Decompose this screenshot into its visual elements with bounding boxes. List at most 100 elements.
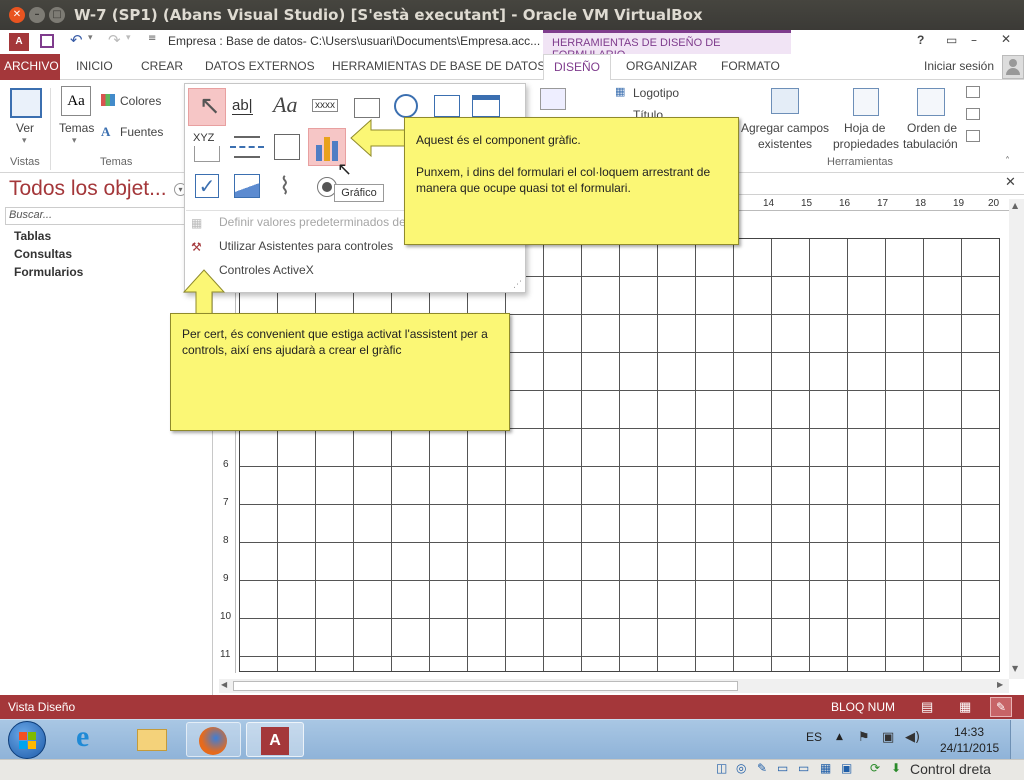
close-document-icon[interactable]: ✕ — [1005, 175, 1016, 190]
form-view-icon[interactable]: ▤ — [921, 695, 933, 719]
usb-icon[interactable]: ✎ — [757, 761, 767, 775]
textbox-control[interactable]: ab| — [228, 88, 266, 126]
recording-icon[interactable]: ▣ — [841, 761, 852, 775]
page-break-control[interactable] — [228, 128, 266, 166]
close-icon[interactable]: ✕ — [9, 7, 25, 23]
scroll-left-icon[interactable]: ◀ — [221, 680, 227, 689]
search-input[interactable]: Buscar... — [5, 207, 185, 225]
tab-order-icon — [917, 88, 945, 116]
select-pointer-control[interactable]: ↖ — [188, 88, 226, 126]
ruler-number: 16 — [839, 198, 851, 209]
tab-herramientas-bd[interactable]: HERRAMIENTAS DE BASE DE DATOS — [322, 54, 555, 80]
tab-archivo[interactable]: ARCHIVO — [0, 54, 60, 80]
network-icon[interactable]: ▣ — [882, 730, 894, 745]
collapse-ribbon-icon[interactable]: ˄ — [1005, 156, 1010, 167]
taskbar-explorer[interactable] — [126, 722, 176, 757]
signin-link[interactable]: Iniciar sesión — [924, 59, 994, 73]
nav-item-tablas[interactable]: Tablas — [14, 229, 51, 243]
internet-explorer-icon: e — [76, 720, 90, 753]
nav-item-consultas[interactable]: Consultas — [14, 247, 72, 261]
keyboard-capture-icon[interactable]: ⬇ — [891, 761, 901, 775]
image-control[interactable] — [228, 168, 266, 206]
customize-qat-icon[interactable]: ≡ — [148, 33, 156, 44]
ver-button[interactable]: Ver — [16, 121, 34, 135]
ruler-number: 17 — [877, 198, 889, 209]
optical-drive-icon[interactable]: ◎ — [736, 761, 746, 775]
temas-button[interactable]: Temas — [59, 121, 94, 135]
menu-item-wizards[interactable]: Utilizar Asistentes para controles — [219, 234, 393, 258]
display-icon[interactable]: ▭ — [798, 761, 809, 775]
button-control[interactable]: xxxx — [308, 88, 346, 126]
start-button[interactable] — [8, 721, 46, 759]
volume-icon[interactable]: ◀) — [905, 730, 920, 745]
checkbox-control[interactable]: ✓ — [188, 168, 226, 206]
hdd-icon[interactable]: ◫ — [716, 761, 727, 775]
vertical-scrollbar[interactable]: ▲ ▼ — [1009, 199, 1024, 679]
tab-organizar[interactable]: ORGANIZAR — [616, 54, 707, 80]
scroll-right-icon[interactable]: ▶ — [997, 680, 1003, 689]
chevron-down-icon[interactable]: ▾ — [88, 33, 93, 43]
tray-expand-icon[interactable]: ▲ — [836, 732, 843, 742]
chevron-down-icon[interactable]: ▾ — [72, 136, 77, 146]
menu-item-activex[interactable]: Controles ActiveX — [219, 258, 314, 282]
maximize-icon[interactable]: □ — [49, 7, 65, 23]
ruler-number: 15 — [801, 198, 813, 209]
taskbar-firefox[interactable] — [186, 722, 241, 757]
taskbar-access[interactable]: A — [246, 722, 304, 757]
scroll-up-icon[interactable]: ▲ — [1012, 201, 1018, 210]
option-group-control[interactable]: XYZ — [188, 128, 226, 166]
scroll-down-icon[interactable]: ▼ — [1012, 664, 1018, 673]
design-view-icon[interactable]: ✎ — [990, 697, 1012, 717]
ribbon-display-icon[interactable]: ▭ — [946, 33, 957, 47]
small-tool-icon[interactable] — [966, 108, 980, 120]
tab-datos-externos[interactable]: DATOS EXTERNOS — [195, 54, 325, 80]
language-indicator[interactable]: ES — [806, 730, 822, 744]
minimize-icon[interactable]: – — [29, 7, 45, 23]
scroll-thumb[interactable] — [233, 681, 738, 691]
nav-item-formularios[interactable]: Formularios — [14, 265, 83, 279]
tab-inicio[interactable]: INICIO — [66, 54, 123, 80]
small-tool-icon[interactable] — [966, 86, 980, 98]
attachment-control[interactable]: ⌇ — [268, 168, 306, 206]
shared-folder-icon[interactable]: ▭ — [777, 761, 788, 775]
save-icon[interactable] — [40, 34, 54, 48]
close-app-button[interactable]: ✕ — [1001, 32, 1011, 46]
undo-icon[interactable]: ↶ — [70, 31, 83, 49]
status-view-label: Vista Diseño — [8, 700, 76, 714]
hoja-propiedades-label[interactable]: Hoja de — [844, 121, 885, 135]
nav-title[interactable]: Todos los objet... — [9, 177, 167, 201]
layout-view-icon[interactable]: ▦ — [959, 695, 971, 719]
menu-item-defaults[interactable]: Definir valores predeterminados de — [219, 210, 406, 234]
orden-tabulacion-label-2[interactable]: tabulación — [903, 137, 958, 151]
form-design-grid[interactable] — [239, 238, 1000, 672]
clock-date[interactable]: 24/11/2015 — [940, 741, 999, 755]
callout-note-wizard: Per cert, és convenient que estiga activ… — [170, 313, 510, 431]
tab-crear[interactable]: CREAR — [131, 54, 193, 80]
chevron-down-icon[interactable]: ▾ — [126, 33, 131, 43]
agregar-campos-label-2[interactable]: existentes — [758, 137, 812, 151]
tab-diseno[interactable]: DISEÑO — [543, 54, 611, 81]
chevron-down-icon[interactable]: ▾ — [22, 136, 27, 146]
show-desktop-button[interactable] — [1010, 720, 1024, 760]
tab-formato[interactable]: FORMATO — [711, 54, 790, 80]
hoja-propiedades-label-2[interactable]: propiedades — [833, 137, 899, 151]
fuentes-button[interactable]: Fuentes — [120, 125, 163, 139]
agregar-campos-label[interactable]: Agregar campos — [741, 121, 829, 135]
small-tool-icon[interactable] — [966, 130, 980, 142]
help-button[interactable]: ? — [917, 33, 924, 47]
network-adapter-icon[interactable]: ▦ — [820, 761, 831, 775]
taskbar-ie[interactable]: e — [66, 720, 116, 757]
colores-button[interactable]: Colores — [120, 94, 161, 108]
redo-icon[interactable]: ↷ — [108, 31, 121, 49]
horizontal-scrollbar[interactable]: ◀ ▶ — [219, 679, 1009, 693]
logotipo-button[interactable]: Logotipo — [633, 86, 679, 100]
avatar[interactable] — [1002, 55, 1024, 79]
resize-grip-icon[interactable]: ⋰ — [513, 280, 522, 290]
action-center-icon[interactable]: ⚑ — [858, 730, 870, 745]
combo-box-control[interactable] — [268, 128, 306, 166]
mouse-integration-icon[interactable]: ⟳ — [870, 761, 880, 775]
orden-tabulacion-label[interactable]: Orden de — [907, 121, 957, 135]
minimize-app-button[interactable]: – — [971, 33, 977, 47]
label-control[interactable]: Aa — [268, 88, 306, 126]
clock-time[interactable]: 14:33 — [954, 725, 984, 739]
